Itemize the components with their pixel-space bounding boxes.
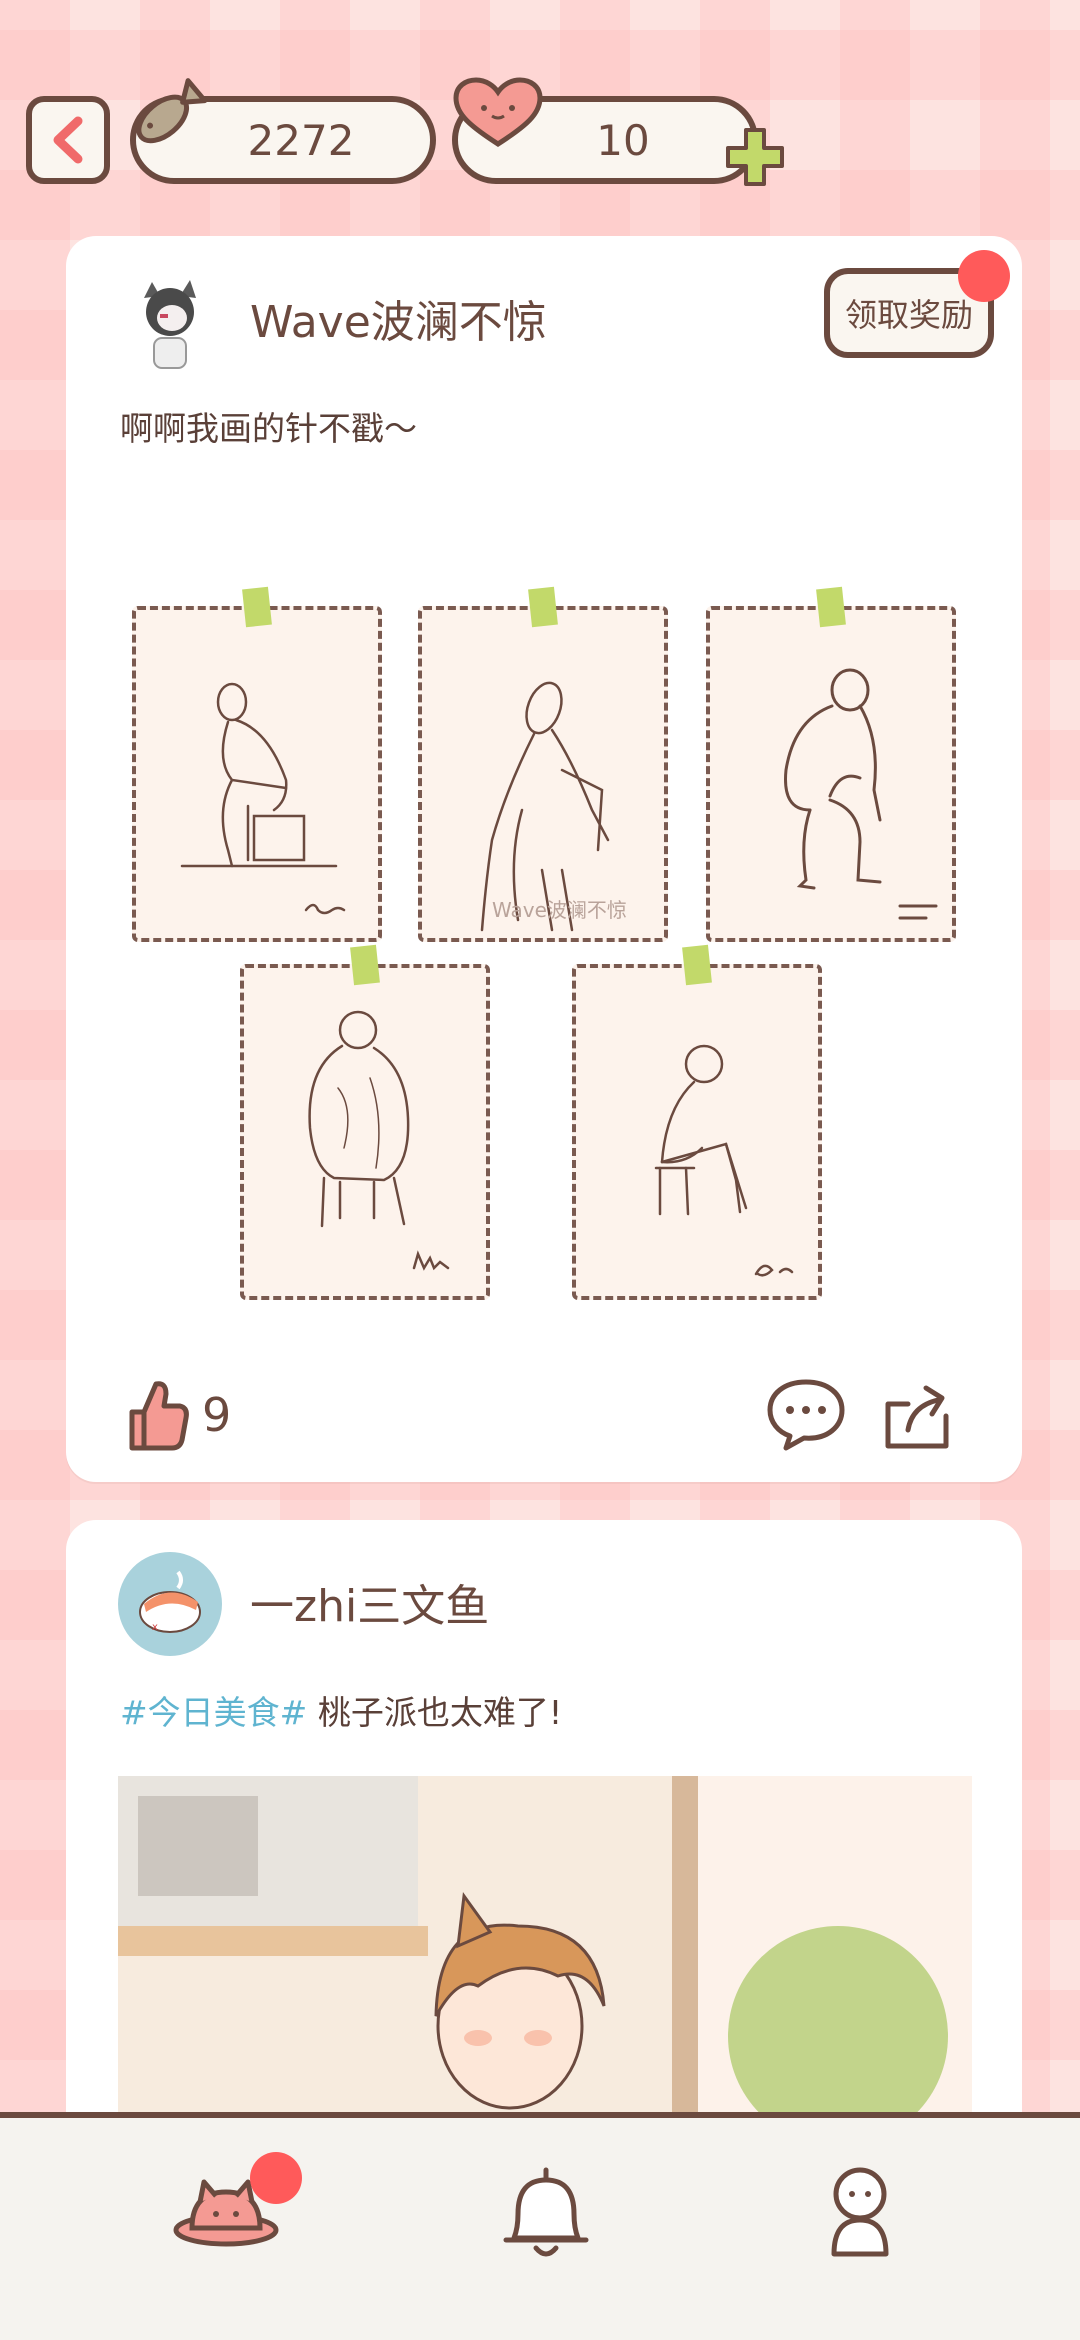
comment-icon[interactable] <box>764 1376 848 1452</box>
hashtag-link[interactable]: #今日美食# <box>120 1693 307 1732</box>
thumbs-up-icon[interactable] <box>126 1376 190 1452</box>
post-card: Wave波澜不惊 领取奖励 啊啊我画的针不戳～ Wave波澜不惊 9 <box>66 236 1022 1482</box>
claim-reward-label: 领取奖励 <box>844 296 973 334</box>
post-body: 桃子派也太难了! <box>317 1693 563 1732</box>
top-bar: 2272 10 <box>0 0 1080 220</box>
like-count: 9 <box>202 1388 232 1442</box>
add-hearts-plus-icon[interactable] <box>720 122 790 192</box>
username[interactable]: Wave波澜不惊 <box>250 286 547 350</box>
nav-home[interactable] <box>170 2152 302 2268</box>
avatar[interactable]: x <box>118 1552 222 1656</box>
sketch-image[interactable]: Wave波澜不惊 <box>418 586 668 942</box>
nav-profile[interactable] <box>800 2158 920 2268</box>
sketch-image[interactable] <box>240 944 490 1300</box>
heart-count: 10 <box>596 115 650 165</box>
sketch-image[interactable] <box>132 586 382 942</box>
fish-icon <box>136 78 208 144</box>
fish-count: 2272 <box>247 115 355 165</box>
nav-notifications[interactable] <box>486 2158 606 2268</box>
back-button[interactable] <box>26 96 110 184</box>
share-icon[interactable] <box>878 1376 954 1452</box>
svg-text:x: x <box>152 1622 158 1633</box>
profile-icon <box>831 2167 889 2257</box>
avatar[interactable] <box>118 268 222 372</box>
sketch-image[interactable] <box>706 586 956 942</box>
chevron-left-icon <box>53 116 83 164</box>
username[interactable]: 一zhi三文鱼 <box>250 1570 489 1634</box>
watermark: Wave波澜不惊 <box>492 898 627 922</box>
post-actions: 9 <box>66 1376 1022 1466</box>
heart-icon <box>453 77 543 147</box>
notification-dot <box>958 250 1010 302</box>
notification-dot <box>250 2152 302 2204</box>
post-text: #今日美食# 桃子派也太难了! <box>120 1686 562 1734</box>
bottom-nav <box>0 2112 1080 2340</box>
post-text: 啊啊我画的针不戳～ <box>120 409 417 448</box>
sketch-image[interactable] <box>572 944 822 1300</box>
bell-icon <box>503 2167 589 2257</box>
